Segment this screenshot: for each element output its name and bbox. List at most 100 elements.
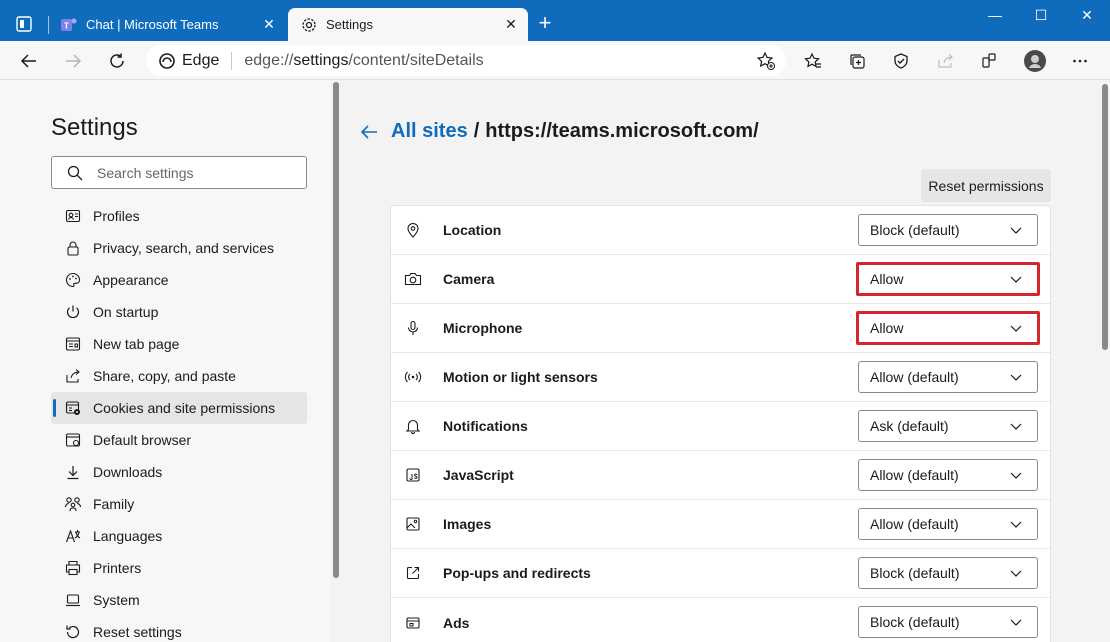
select-value: Block (default) <box>870 614 960 630</box>
content-scrollbar[interactable] <box>1099 80 1110 642</box>
ads-select[interactable]: Block (default) <box>858 606 1038 638</box>
close-icon[interactable]: ✕ <box>500 14 522 36</box>
close-window-icon[interactable]: ✕ <box>1064 0 1110 30</box>
collections-icon[interactable] <box>842 46 872 76</box>
sidebar-item-label: Default browser <box>93 432 192 448</box>
select-value: Allow (default) <box>870 516 959 532</box>
lock-icon <box>64 239 82 257</box>
sidebar-item-family[interactable]: Family <box>51 488 307 520</box>
forward-icon[interactable] <box>58 46 88 76</box>
sidebar-item-reset-settings[interactable]: Reset settings <box>51 616 307 642</box>
share-icon[interactable] <box>930 46 960 76</box>
favorites-icon[interactable] <box>798 46 828 76</box>
extensions-icon[interactable] <box>974 46 1004 76</box>
browser-icon <box>64 431 82 449</box>
permission-row-notifications: Notifications Ask (default) <box>391 402 1050 451</box>
notifications-select[interactable]: Ask (default) <box>858 410 1038 442</box>
chevron-down-icon <box>1009 468 1023 482</box>
camera-select[interactable]: Allow <box>856 262 1040 296</box>
back-icon[interactable] <box>14 46 44 76</box>
back-arrow-icon[interactable] <box>359 122 379 142</box>
image-icon <box>403 514 423 534</box>
power-icon <box>64 303 82 321</box>
sidebar-item-appearance[interactable]: Appearance <box>51 264 307 296</box>
sidebar-item-label: Family <box>93 496 135 512</box>
breadcrumb: All sites / https://teams.microsoft.com/ <box>359 120 759 143</box>
sidebar-item-downloads[interactable]: Downloads <box>51 456 307 488</box>
sidebar-item-label: Profiles <box>93 208 140 224</box>
address-divider <box>231 51 233 70</box>
sidebar-item-default-browser[interactable]: Default browser <box>51 424 307 456</box>
reset-permissions-button[interactable]: Reset permissions <box>921 169 1051 202</box>
sensors-icon <box>403 367 423 387</box>
tab-teams-chat[interactable]: T Chat | Microsoft Teams ✕ <box>48 8 286 41</box>
sidebar-item-share-copy-paste[interactable]: Share, copy, and paste <box>51 360 307 392</box>
sidebar-item-profiles[interactable]: Profiles <box>51 200 307 232</box>
permission-row-images: Images Allow (default) <box>391 500 1050 549</box>
sidebar-item-label: New tab page <box>93 336 180 352</box>
sidebar-item-label: Privacy, search, and services <box>93 240 275 256</box>
sidebar-item-on-startup[interactable]: On startup <box>51 296 307 328</box>
javascript-icon <box>403 465 423 485</box>
sidebar-item-printers[interactable]: Printers <box>51 552 307 584</box>
bell-icon <box>403 416 423 436</box>
close-icon[interactable]: ✕ <box>258 14 280 36</box>
settings-sidebar: Settings Profiles Privacy, search, and s… <box>0 80 331 642</box>
sidebar-item-cookies-site-permissions[interactable]: Cookies and site permissions <box>51 392 307 424</box>
scrollbar-thumb[interactable] <box>333 82 339 578</box>
tab-actions-icon[interactable] <box>13 13 35 35</box>
sidebar-scrollbar[interactable] <box>331 80 341 642</box>
site-permissions-panel: All sites / https://teams.microsoft.com/… <box>341 80 1099 642</box>
permission-row-camera: Camera Allow <box>391 255 1050 304</box>
laptop-icon <box>64 591 82 609</box>
sidebar-item-system[interactable]: System <box>51 584 307 616</box>
popups-select[interactable]: Block (default) <box>858 557 1038 589</box>
page-title: Settings <box>51 114 138 141</box>
select-value: Allow <box>870 271 904 287</box>
location-select[interactable]: Block (default) <box>858 214 1038 246</box>
sidebar-item-label: System <box>93 592 140 608</box>
browser-essentials-icon[interactable] <box>886 46 916 76</box>
search-icon <box>67 165 83 181</box>
permissions-list: Location Block (default) Camera Allow Mi… <box>390 205 1051 642</box>
images-select[interactable]: Allow (default) <box>858 508 1038 540</box>
add-favorite-icon[interactable] <box>756 51 776 71</box>
maximize-icon[interactable]: ☐ <box>1018 0 1064 30</box>
search-input[interactable] <box>97 164 287 181</box>
sidebar-item-label: Printers <box>93 560 142 576</box>
select-value: Block (default) <box>870 565 960 581</box>
sidebar-item-label: Languages <box>93 528 163 544</box>
navigation-toolbar: Edge edge://settings/content/siteDetails <box>0 41 1110 80</box>
permission-row-location: Location Block (default) <box>391 206 1050 255</box>
new-tab-button[interactable]: + <box>534 12 556 35</box>
chevron-down-icon <box>1009 615 1023 629</box>
site-url-heading: https://teams.microsoft.com/ <box>485 120 759 142</box>
title-bar: T Chat | Microsoft Teams ✕ Settings ✕ + … <box>0 0 1110 41</box>
cookies-icon <box>64 399 82 417</box>
scrollbar-thumb[interactable] <box>1102 84 1108 350</box>
select-value: Block (default) <box>870 222 960 238</box>
palette-icon <box>64 271 82 289</box>
avatar[interactable] <box>1020 46 1050 76</box>
tab-settings[interactable]: Settings ✕ <box>288 8 528 41</box>
sidebar-item-privacy[interactable]: Privacy, search, and services <box>51 232 307 264</box>
minimize-icon[interactable]: — <box>972 0 1018 30</box>
refresh-icon[interactable] <box>102 46 132 76</box>
ads-icon <box>403 613 423 633</box>
address-bar[interactable]: Edge edge://settings/content/siteDetails <box>146 45 786 76</box>
search-settings-field[interactable] <box>51 156 307 189</box>
printer-icon <box>64 559 82 577</box>
all-sites-link[interactable]: All sites <box>391 120 468 143</box>
microphone-select[interactable]: Allow <box>856 311 1040 345</box>
chevron-down-icon <box>1009 566 1023 580</box>
sidebar-item-languages[interactable]: Languages <box>51 520 307 552</box>
sidebar-item-label: Appearance <box>93 272 169 288</box>
sidebar-item-new-tab-page[interactable]: New tab page <box>51 328 307 360</box>
chevron-down-icon <box>1009 517 1023 531</box>
motion-sensors-select[interactable]: Allow (default) <box>858 361 1038 393</box>
javascript-select[interactable]: Allow (default) <box>858 459 1038 491</box>
teams-icon: T <box>60 16 78 34</box>
more-options-icon[interactable] <box>1065 46 1095 76</box>
chevron-down-icon <box>1009 321 1023 335</box>
settings-nav: Profiles Privacy, search, and services A… <box>51 200 307 642</box>
